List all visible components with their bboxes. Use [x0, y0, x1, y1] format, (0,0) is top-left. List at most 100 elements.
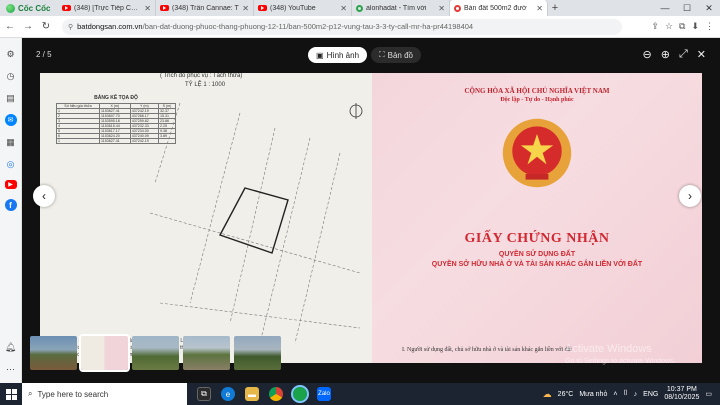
close-icon[interactable]: ✕	[242, 4, 249, 13]
notifications-icon[interactable]: ▭	[705, 390, 712, 398]
forward-arrow-icon[interactable]: →	[20, 19, 36, 35]
youtube-icon[interactable]: ▶	[4, 180, 17, 189]
window-controls: — ☐ ✕	[654, 0, 720, 16]
windows-activation-watermark: Activate Windows Go to Settings to activ…	[565, 343, 676, 365]
weather-cloud-icon[interactable]: ☁	[543, 389, 552, 400]
more-icon[interactable]: ⋯	[5, 363, 17, 375]
minimize-icon[interactable]: —	[654, 0, 676, 16]
certificate-section-line: I. Người sử dụng đất, chủ sở hữu nhà ở v…	[402, 347, 572, 353]
chevron-up-icon[interactable]: ˄	[613, 391, 617, 398]
image-icon: ▣	[316, 50, 324, 60]
weather-text: Mưa nhỏ	[579, 390, 608, 398]
settings-gear-icon[interactable]: ⚙	[5, 48, 17, 60]
tab-label: (348) [Trực Tiếp Cờ T	[74, 4, 142, 12]
chevron-right-icon: ›	[688, 189, 692, 203]
calendar-icon[interactable]: ▦	[5, 136, 17, 148]
coccoc-icon[interactable]	[291, 385, 309, 403]
volume-icon[interactable]: ♪	[634, 391, 638, 398]
tab-youtube-3[interactable]: (348) YouTube ✕	[254, 0, 352, 16]
youtube-icon	[258, 5, 267, 11]
network-icon[interactable]: ⌷	[623, 390, 627, 398]
share-icon[interactable]: ⇪	[651, 21, 659, 32]
taskbar-clock[interactable]: 10:37 PM 08/10/2025	[664, 386, 699, 402]
thumbnail-1[interactable]	[30, 336, 77, 370]
menu-icon[interactable]: ⋮	[705, 21, 714, 32]
tab-youtube-1[interactable]: (348) [Trực Tiếp Cờ T ✕	[58, 0, 156, 16]
close-icon[interactable]: ✕	[536, 4, 543, 13]
land-use-certificate: CỘNG HÒA XÃ HỘI CHỦ NGHĨA VIỆT NAM Độc l…	[372, 73, 702, 363]
windows-taskbar: ⌕ Type here to search ⧉ e ▬ Zalo ☁ 26°C …	[0, 383, 720, 405]
address-bar[interactable]: ⚲ batdongsan.com.vn/ban-dat-duong-phuoc-…	[62, 18, 622, 35]
start-button[interactable]	[0, 383, 22, 405]
activation-subtitle: Go to Settings to activate Windows.	[565, 358, 676, 365]
download-icon[interactable]: ⬇	[691, 21, 699, 32]
browser-tab-bar: Cốc Cốc (348) [Trực Tiếp Cờ T ✕ (348) Tr…	[0, 0, 720, 16]
tab-youtube-2[interactable]: (348) Trần Cannae: T ✕	[156, 0, 254, 16]
language-indicator[interactable]: ENG	[643, 391, 658, 398]
url-text: batdongsan.com.vn/ban-dat-duong-phuoc-th…	[77, 22, 473, 31]
next-image-button[interactable]: ›	[679, 185, 701, 207]
site-icon	[356, 4, 363, 12]
tab-images[interactable]: ▣ Hình ảnh	[308, 47, 368, 63]
close-icon[interactable]: ✕	[340, 4, 347, 13]
tab-batdongsan[interactable]: Bán đất 500m2 đườ ✕	[450, 0, 548, 16]
bell-icon[interactable]: 🔔︎	[5, 341, 17, 353]
browser-brand[interactable]: Cốc Cốc	[0, 0, 58, 16]
bookmark-star-icon[interactable]: ☆	[665, 21, 673, 32]
url-path: /ban-dat-duong-phuoc-thang-phuong-12-11/…	[142, 22, 474, 31]
new-tab-button[interactable]: +	[548, 0, 562, 16]
close-icon[interactable]: ✕	[697, 48, 706, 61]
youtube-icon	[160, 5, 169, 11]
tab-map-label: Bản đồ	[387, 50, 413, 60]
tab-label: Bán đất 500m2 đườ	[464, 4, 527, 12]
thumbnail-3[interactable]	[132, 336, 179, 370]
edge-icon[interactable]: e	[221, 387, 235, 401]
tab-label: (348) Trần Cannae: T	[172, 4, 239, 12]
screen: Cốc Cốc (348) [Trực Tiếp Cờ T ✕ (348) Tr…	[0, 0, 720, 405]
youtube-icon	[62, 5, 71, 11]
history-icon[interactable]: ◷	[5, 70, 17, 82]
certificate-subtitle: QUYỀN SỬ DỤNG ĐẤT	[498, 251, 576, 258]
site-info-icon[interactable]: ⚲	[68, 23, 73, 31]
certificate-subtitle: QUYỀN SỞ HỮU NHÀ Ở VÀ TÀI SẢN KHÁC GẮN L…	[431, 261, 643, 268]
messenger-icon[interactable]: ✉	[4, 114, 17, 126]
map-icon: ⛶	[379, 50, 385, 59]
notes-icon[interactable]: ▤	[5, 92, 17, 104]
tab-images-label: Hình ảnh	[326, 50, 360, 60]
zoom-in-icon[interactable]: ⊕	[661, 48, 670, 61]
tab-map[interactable]: ⛶ Bản đồ	[371, 47, 421, 63]
lens-icon[interactable]: ◎	[5, 158, 17, 170]
search-icon: ⌕	[28, 389, 33, 398]
reload-icon[interactable]: ↻	[38, 19, 54, 35]
fullscreen-icon[interactable]: ⤢	[679, 48, 688, 61]
thumbnail-2[interactable]	[79, 334, 130, 372]
clock-time: 10:37 PM	[666, 386, 697, 393]
toolbar-actions: ⇪ ☆ ⧉ ⬇ ⋮	[651, 21, 720, 32]
task-view-icon[interactable]: ⧉	[197, 387, 211, 401]
certificate-title: GIẤY CHỨNG NHẬN	[464, 231, 610, 246]
close-window-icon[interactable]: ✕	[698, 0, 720, 16]
taskbar-search[interactable]: ⌕ Type here to search	[22, 383, 187, 405]
extensions-icon[interactable]: ⧉	[679, 21, 685, 32]
close-icon[interactable]: ✕	[144, 4, 151, 13]
zalo-icon[interactable]: Zalo	[317, 387, 331, 401]
certificate-nation: CỘNG HÒA XÃ HỘI CHỦ NGHĨA VIỆT NAM	[464, 87, 610, 95]
activation-title: Activate Windows	[565, 343, 652, 355]
thumbnail-5[interactable]	[234, 336, 281, 370]
viewer-tools: ⊖ ⊕ ⤢ ✕	[643, 48, 706, 61]
back-arrow-icon[interactable]: ←	[2, 19, 18, 35]
maximize-icon[interactable]: ☐	[676, 0, 698, 16]
close-icon[interactable]: ✕	[438, 4, 445, 13]
file-explorer-icon[interactable]: ▬	[245, 387, 259, 401]
chevron-left-icon: ‹	[42, 189, 46, 203]
facebook-icon[interactable]: f	[4, 199, 17, 211]
national-emblem-icon	[502, 118, 572, 188]
previous-image-button[interactable]: ‹	[33, 185, 55, 207]
land-survey-sheet: ( Trích đo phục vụ : Tách thửa) TỶ LỆ 1 …	[40, 73, 372, 363]
tab-alonhadat[interactable]: alonhadat - Tìm với ✕	[352, 0, 450, 16]
chrome-icon[interactable]	[269, 387, 283, 401]
browser-sidebar: ⚙ ◷ ▤ ✉ ▦ ◎ ▶ f 🔔︎ ⋯	[0, 38, 22, 383]
windows-logo-icon	[5, 388, 17, 400]
zoom-out-icon[interactable]: ⊖	[643, 48, 652, 61]
thumbnail-4[interactable]	[183, 336, 230, 370]
